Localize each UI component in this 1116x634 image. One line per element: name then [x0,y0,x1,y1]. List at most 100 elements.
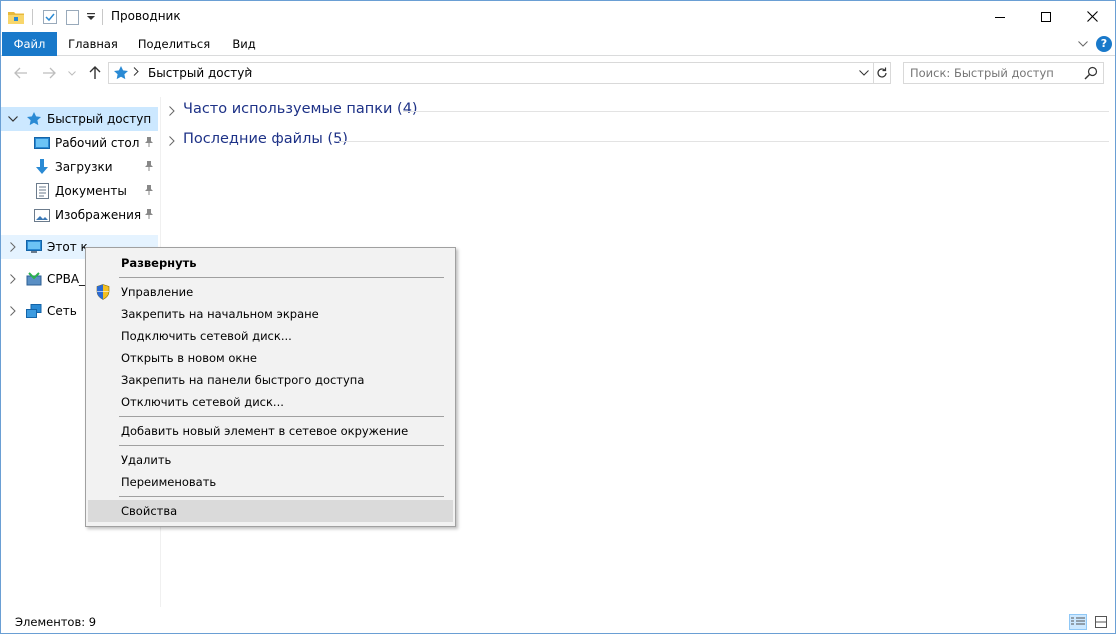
menu-item-properties[interactable]: Свойства [88,500,453,522]
new-folder-icon[interactable] [66,7,79,27]
uac-shield-icon [96,284,110,303]
tree-item-documents[interactable]: Документы [1,179,158,203]
breadcrumb-separator-icon[interactable] [133,67,139,79]
chevron-right-icon[interactable] [169,135,175,149]
menu-item-label: Подключить сетевой диск... [121,329,292,343]
tiles-view-icon [1095,616,1107,628]
folder-app-icon [8,7,26,27]
menu-item-label: Закрепить на начальном экране [121,307,319,321]
address-bar[interactable]: Быстрый доступ [108,62,874,84]
tree-item-desktop[interactable]: Рабочий стол [1,131,158,155]
menu-item-label: Удалить [121,453,172,467]
details-view-button[interactable] [1069,614,1087,630]
menu-separator [119,496,444,497]
menu-item-disconnect-network-drive[interactable]: Отключить сетевой диск... [88,391,453,413]
breadcrumb-quick-access[interactable]: Быстрый доступ [148,66,252,80]
maximize-icon [1041,11,1051,22]
chevron-down-icon[interactable] [7,113,19,125]
tree-item-network[interactable]: Сеть [1,299,85,323]
network-icon [26,303,42,319]
menu-item-delete[interactable]: Удалить [88,449,453,471]
tree-item-label: CPBA_Х [47,272,85,286]
menu-item-map-network-drive[interactable]: Подключить сетевой диск... [88,325,453,347]
tree-item-label: Документы [55,184,127,198]
back-button[interactable] [11,63,31,83]
desktop-icon [34,135,50,151]
group-divider [403,111,1109,112]
customize-toolbar-icon[interactable] [86,7,96,27]
search-box[interactable] [903,62,1104,84]
chevron-down-icon [1078,41,1088,47]
tree-item-label: Этот компьютер [47,240,87,254]
tab-share[interactable]: Поделиться [129,32,219,56]
star-icon [113,65,129,84]
tree-item-label: Загрузки [55,160,113,174]
chevron-right-icon[interactable] [169,105,175,119]
pin-icon[interactable] [144,208,154,223]
details-view-icon [1071,617,1085,625]
chevron-right-icon[interactable] [7,305,19,317]
minimize-button[interactable] [977,1,1023,32]
menu-separator [119,445,444,446]
tab-file[interactable]: Файл [2,32,57,56]
menu-item-label: Отключить сетевой диск... [121,395,284,409]
download-arrow-icon [34,159,50,175]
up-button[interactable] [85,63,105,83]
menu-item-expand[interactable]: Развернуть [88,252,453,274]
tree-item-cpba[interactable]: CPBA_Х [1,267,85,291]
tree-item-label: Быстрый доступ [47,112,152,126]
menu-item-manage[interactable]: Управление [88,281,453,303]
explorer-window: Проводник Файл Главная Поделиться Вид ? [0,0,1116,634]
refresh-icon [876,67,887,78]
star-icon [26,111,42,127]
title-bar: Проводник [1,1,1115,32]
menu-separator [119,416,444,417]
menu-item-label: Управление [121,285,194,299]
group-frequent-folders[interactable]: Часто используемые папки (4) [163,99,1109,123]
recent-locations-button[interactable] [65,63,79,83]
menu-item-add-network-location[interactable]: Добавить новый элемент в сетевое окружен… [88,420,453,442]
help-icon[interactable]: ? [1096,36,1112,52]
tree-item-pictures[interactable]: Изображения [1,203,158,227]
ribbon-tabs: Файл Главная Поделиться Вид ? [1,32,1115,56]
minimize-icon [995,16,1005,18]
close-button[interactable] [1069,1,1115,32]
large-icons-view-button[interactable] [1092,614,1110,630]
expand-ribbon-button[interactable] [1075,36,1091,52]
menu-item-open-new-window[interactable]: Открыть в новом окне [88,347,453,369]
navigation-bar: Быстрый доступ [1,57,1115,89]
pin-icon[interactable] [144,160,154,175]
menu-item-label: Переименовать [121,475,217,489]
menu-item-label: Открыть в новом окне [121,351,257,365]
address-dropdown-button[interactable] [857,66,871,80]
tree-item-quick-access[interactable]: Быстрый доступ [1,107,158,131]
properties-icon[interactable] [43,7,57,27]
tree-item-label: Рабочий стол [55,136,140,150]
arrow-up-icon [89,66,101,79]
arrow-left-icon [14,67,27,79]
menu-item-label: Развернуть [121,256,197,270]
chevron-right-icon[interactable] [7,273,19,285]
pin-icon[interactable] [144,184,154,199]
window-title: Проводник [111,9,181,23]
chevron-right-icon[interactable] [7,241,19,253]
group-recent-files[interactable]: Последние файлы (5) [163,129,1109,153]
search-input[interactable] [910,65,1080,81]
search-icon[interactable] [1084,66,1098,83]
breadcrumb-separator-icon[interactable] [246,67,252,79]
menu-item-pin-to-start[interactable]: Закрепить на начальном экране [88,303,453,325]
menu-separator [119,277,444,278]
item-count: Элементов: 9 [15,615,97,629]
tab-view[interactable]: Вид [219,32,269,56]
group-title: Последние файлы (5) [183,131,348,147]
group-divider [339,141,1109,142]
tree-item-downloads[interactable]: Загрузки [1,155,158,179]
maximize-button[interactable] [1023,1,1069,32]
menu-item-label: Закрепить на панели быстрого доступа [121,373,365,387]
menu-item-pin-quick-access[interactable]: Закрепить на панели быстрого доступа [88,369,453,391]
pin-icon[interactable] [144,136,154,151]
menu-item-rename[interactable]: Переименовать [88,471,453,493]
refresh-button[interactable] [873,62,891,84]
tab-home[interactable]: Главная [57,32,129,56]
forward-button[interactable] [39,63,59,83]
